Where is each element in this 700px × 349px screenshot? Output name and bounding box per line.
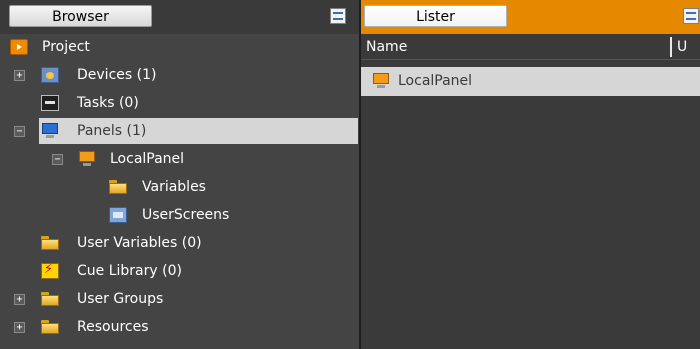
tree-item-user-groups[interactable]: + User Groups (0, 286, 360, 312)
tree-item-label: UserScreens (142, 207, 230, 223)
tree-item-localpanel[interactable]: − LocalPanel (0, 146, 360, 172)
tasks-icon (41, 95, 59, 111)
tree-item-label: LocalPanel (110, 151, 185, 167)
tree-item-label: User Groups (77, 291, 164, 307)
collapse-icon[interactable]: − (52, 154, 63, 165)
expand-icon[interactable]: + (14, 294, 25, 305)
tree-item-label: Tasks (0) (77, 95, 139, 111)
browser-header: Browser (0, 0, 360, 34)
tree-item-user-variables[interactable]: User Variables (0) (0, 230, 360, 256)
tree-item-variables[interactable]: Variables (0, 174, 360, 200)
local-panel-icon (372, 73, 390, 89)
devices-icon (41, 67, 59, 83)
tree-item-devices[interactable]: + Devices (1) (0, 62, 360, 88)
column-separator[interactable] (670, 37, 672, 57)
tree-item-cue-library[interactable]: Cue Library (0) (0, 258, 360, 284)
lister-pane: Lister Name U LocalPanel (361, 0, 700, 349)
cue-library-icon (41, 262, 59, 279)
folder-icon (41, 291, 59, 307)
list-item[interactable]: LocalPanel (361, 67, 700, 96)
tree-item-label: Devices (1) (77, 67, 157, 83)
column-name[interactable]: Name (366, 35, 407, 59)
local-panel-icon (78, 151, 96, 167)
tree-item-label: Project (42, 39, 90, 55)
list-item-label: LocalPanel (398, 73, 473, 89)
folder-icon (41, 235, 59, 251)
column-u[interactable]: U (677, 35, 687, 59)
browser-options-icon[interactable] (330, 8, 346, 24)
tree-item-label: Resources (77, 319, 149, 335)
expand-icon[interactable]: + (14, 70, 25, 81)
panels-icon (41, 123, 59, 139)
tree-item-tasks[interactable]: Tasks (0) (0, 90, 360, 116)
lister-column-header: Name U (361, 35, 700, 60)
browser-pane: Browser Project + Devices (1) Tasks (0) … (0, 0, 360, 349)
folder-icon (109, 179, 127, 195)
lister-options-icon[interactable] (683, 8, 699, 24)
tree-item-panels[interactable]: Panels (1) (39, 118, 358, 144)
tree-item-label: Variables (142, 179, 206, 195)
lister-tab[interactable]: Lister (364, 5, 507, 27)
tree-item-userscreens[interactable]: UserScreens (0, 202, 360, 228)
lister-header: Lister (361, 0, 700, 34)
project-icon (10, 39, 28, 55)
collapse-icon[interactable]: − (14, 126, 25, 137)
folder-icon (41, 319, 59, 335)
expand-icon[interactable]: + (14, 322, 25, 333)
tree-item-label: User Variables (0) (77, 235, 202, 251)
browser-tab[interactable]: Browser (9, 5, 152, 27)
tree-item-label: Panels (1) (77, 123, 147, 139)
tree-item-resources[interactable]: + Resources (0, 314, 360, 340)
user-screens-icon (109, 207, 127, 223)
tree-item-project[interactable]: Project (0, 34, 360, 60)
tree-item-label: Cue Library (0) (77, 263, 182, 279)
